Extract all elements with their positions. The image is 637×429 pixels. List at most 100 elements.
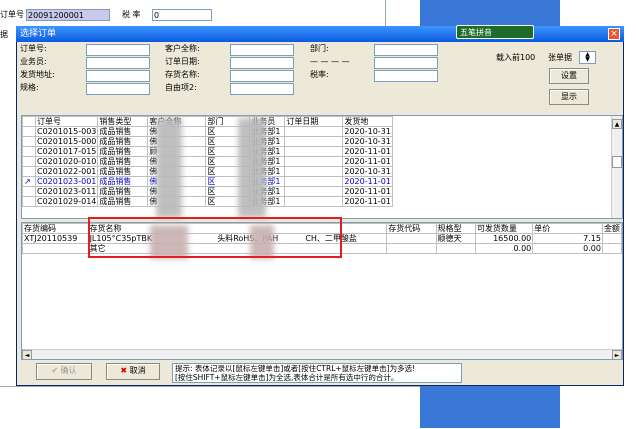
orders-cell[interactable] <box>284 146 344 157</box>
row-selector-cell[interactable] <box>22 136 36 147</box>
orders-cell[interactable]: C0201029-014 <box>34 196 99 207</box>
display-button[interactable]: 显示 <box>549 89 589 105</box>
item-price-cell[interactable]: 7.15 <box>532 233 603 244</box>
filter-tax-rate-input[interactable] <box>374 70 438 82</box>
item-spec-cell[interactable]: 顺德天 <box>435 233 476 244</box>
bg-order-no-field[interactable]: 20091200001 <box>26 9 110 21</box>
orders-cell[interactable]: 成品销售 <box>97 156 149 167</box>
item-qty-cell[interactable]: 16500.00 <box>474 233 534 244</box>
orders-cell[interactable]: 2020-11-01 <box>342 156 393 167</box>
items-header-cell[interactable]: 金额 <box>601 223 622 234</box>
ime-toolbar[interactable]: 五笔拼音 <box>456 25 534 39</box>
orders-cell[interactable]: C0201020-010 <box>34 156 99 167</box>
row-selector-cell[interactable] <box>22 146 36 157</box>
item-amount-cell[interactable] <box>601 233 622 244</box>
scroll-left-icon[interactable]: ◄ <box>22 350 32 359</box>
orders-cell[interactable]: 2020-11-01 <box>342 176 393 187</box>
items-header-cell[interactable]: 规格型 <box>435 223 476 234</box>
orders-cell[interactable]: 2020-11-01 <box>342 196 393 207</box>
orders-header-cell[interactable]: 发货地 <box>342 116 393 127</box>
table-row[interactable]: C0201022-001成品销售佛区业务部12020-10-31 <box>22 166 393 177</box>
scroll-thumb[interactable] <box>612 156 622 168</box>
orders-cell[interactable] <box>284 166 344 177</box>
item-price-cell[interactable]: 0.00 <box>532 243 603 254</box>
orders-cell[interactable]: C0201023-011 <box>34 186 99 197</box>
items-header-cell[interactable]: 存货编码 <box>22 223 89 234</box>
item-amount-cell[interactable] <box>601 243 622 254</box>
filter-date-to-input[interactable] <box>374 57 438 69</box>
bg-tax-field[interactable]: 0 <box>152 9 212 21</box>
orders-cell[interactable] <box>284 186 344 197</box>
load-prefix-label: 载入前100 <box>496 53 536 62</box>
filter-customer-input[interactable] <box>230 44 294 56</box>
filter-salesman-input[interactable] <box>86 57 150 69</box>
orders-header-cell[interactable]: 订单号 <box>34 116 99 127</box>
orders-scrollbar[interactable]: ▲ <box>611 116 622 218</box>
table-row[interactable]: C0201029-014成品销售佛区业务部12020-11-01 <box>22 196 393 207</box>
cancel-button[interactable]: ✖ 取消 <box>106 363 160 380</box>
orders-cell[interactable]: 成品销售 <box>97 126 149 137</box>
orders-grid[interactable]: 订单号 销售类型 客户全称 部门 业务员 订单日期 发货地 C0201015-0… <box>21 115 623 219</box>
filter-dept-input[interactable] <box>374 44 438 56</box>
table-row[interactable]: C0201015-003成品销售佛区业务部12020-10-31 <box>22 126 393 137</box>
orders-cell[interactable]: 2020-11-01 <box>342 146 393 157</box>
items-header-cell[interactable]: 存货代码 <box>386 223 437 234</box>
item-stock-code-cell[interactable] <box>386 243 437 254</box>
filter-customer-label: 客户全称: <box>165 44 200 53</box>
row-selector-cell[interactable] <box>22 196 36 207</box>
orders-cell[interactable]: 成品销售 <box>97 186 149 197</box>
scroll-up-icon[interactable]: ▲ <box>612 119 622 129</box>
filter-item-name-input[interactable] <box>230 70 294 82</box>
items-header-cell[interactable]: 可发货数量 <box>474 223 534 234</box>
item-qty-cell[interactable]: 0.00 <box>474 243 534 254</box>
orders-cell[interactable] <box>284 176 344 187</box>
confirm-button[interactable]: ✔ 确认 <box>36 363 92 380</box>
orders-cell[interactable]: C0201017-015 <box>34 146 99 157</box>
orders-cell[interactable]: 2020-10-31 <box>342 126 393 137</box>
orders-header-cell[interactable]: 订单日期 <box>284 116 344 127</box>
filter-custom2-input[interactable] <box>230 83 294 95</box>
orders-cell[interactable]: C0201015-000 <box>34 136 99 147</box>
redaction-blur <box>156 118 182 218</box>
row-selector-cell[interactable] <box>22 166 36 177</box>
filter-order-no-input[interactable] <box>86 44 150 56</box>
items-hscrollbar[interactable]: ◄ ► <box>22 349 622 359</box>
orders-cell[interactable]: 2020-10-31 <box>342 136 393 147</box>
orders-cell[interactable]: C0201023-001 <box>34 176 99 187</box>
orders-cell[interactable]: C0201015-003 <box>34 126 99 137</box>
scroll-right-icon[interactable]: ► <box>612 350 622 359</box>
row-selector-cell[interactable] <box>22 186 36 197</box>
orders-header-cell[interactable]: 销售类型 <box>97 116 149 127</box>
table-row[interactable]: C0201023-011成品销售佛区业务部12020-11-01 <box>22 186 393 197</box>
table-row[interactable]: C0201017-015成品销售顾区业务部12020-11-01 <box>22 146 393 157</box>
orders-cell[interactable]: 成品销售 <box>97 196 149 207</box>
orders-cell[interactable] <box>284 126 344 137</box>
orders-cell[interactable] <box>284 136 344 147</box>
item-code-cell[interactable] <box>22 243 89 254</box>
item-stock-code-cell[interactable] <box>386 233 437 244</box>
orders-cell[interactable]: 成品销售 <box>97 136 149 147</box>
row-selector-cell[interactable]: ↗ <box>22 176 36 187</box>
load-count-stepper[interactable]: ▲ ▼ <box>579 51 596 64</box>
orders-cell[interactable]: C0201022-001 <box>34 166 99 177</box>
filter-ship-addr-input[interactable] <box>86 70 150 82</box>
orders-cell[interactable]: 成品销售 <box>97 146 149 157</box>
orders-cell[interactable]: 成品销售 <box>97 176 149 187</box>
settings-button[interactable]: 设置 <box>549 68 589 84</box>
table-row[interactable]: ↗C0201023-001成品销售佛区业务部12020-11-01 <box>22 176 393 187</box>
orders-cell[interactable]: 2020-11-01 <box>342 186 393 197</box>
item-code-cell[interactable]: XTJ20110539 <box>22 233 89 244</box>
item-spec-cell[interactable] <box>435 243 476 254</box>
row-selector-cell[interactable] <box>22 126 36 137</box>
filter-order-date-input[interactable] <box>230 57 294 69</box>
table-row[interactable]: C0201020-010成品销售佛区业务部12020-11-01 <box>22 156 393 167</box>
filter-spec-input[interactable] <box>86 83 150 95</box>
orders-cell[interactable] <box>284 196 344 207</box>
orders-cell[interactable]: 成品销售 <box>97 166 149 177</box>
orders-cell[interactable]: 2020-10-31 <box>342 166 393 177</box>
table-row[interactable]: C0201015-000成品销售佛区业务部12020-10-31 <box>22 136 393 147</box>
orders-cell[interactable] <box>284 156 344 167</box>
close-icon[interactable]: × <box>608 28 620 40</box>
row-selector-cell[interactable] <box>22 156 36 167</box>
items-header-cell[interactable]: 单价 <box>532 223 603 234</box>
